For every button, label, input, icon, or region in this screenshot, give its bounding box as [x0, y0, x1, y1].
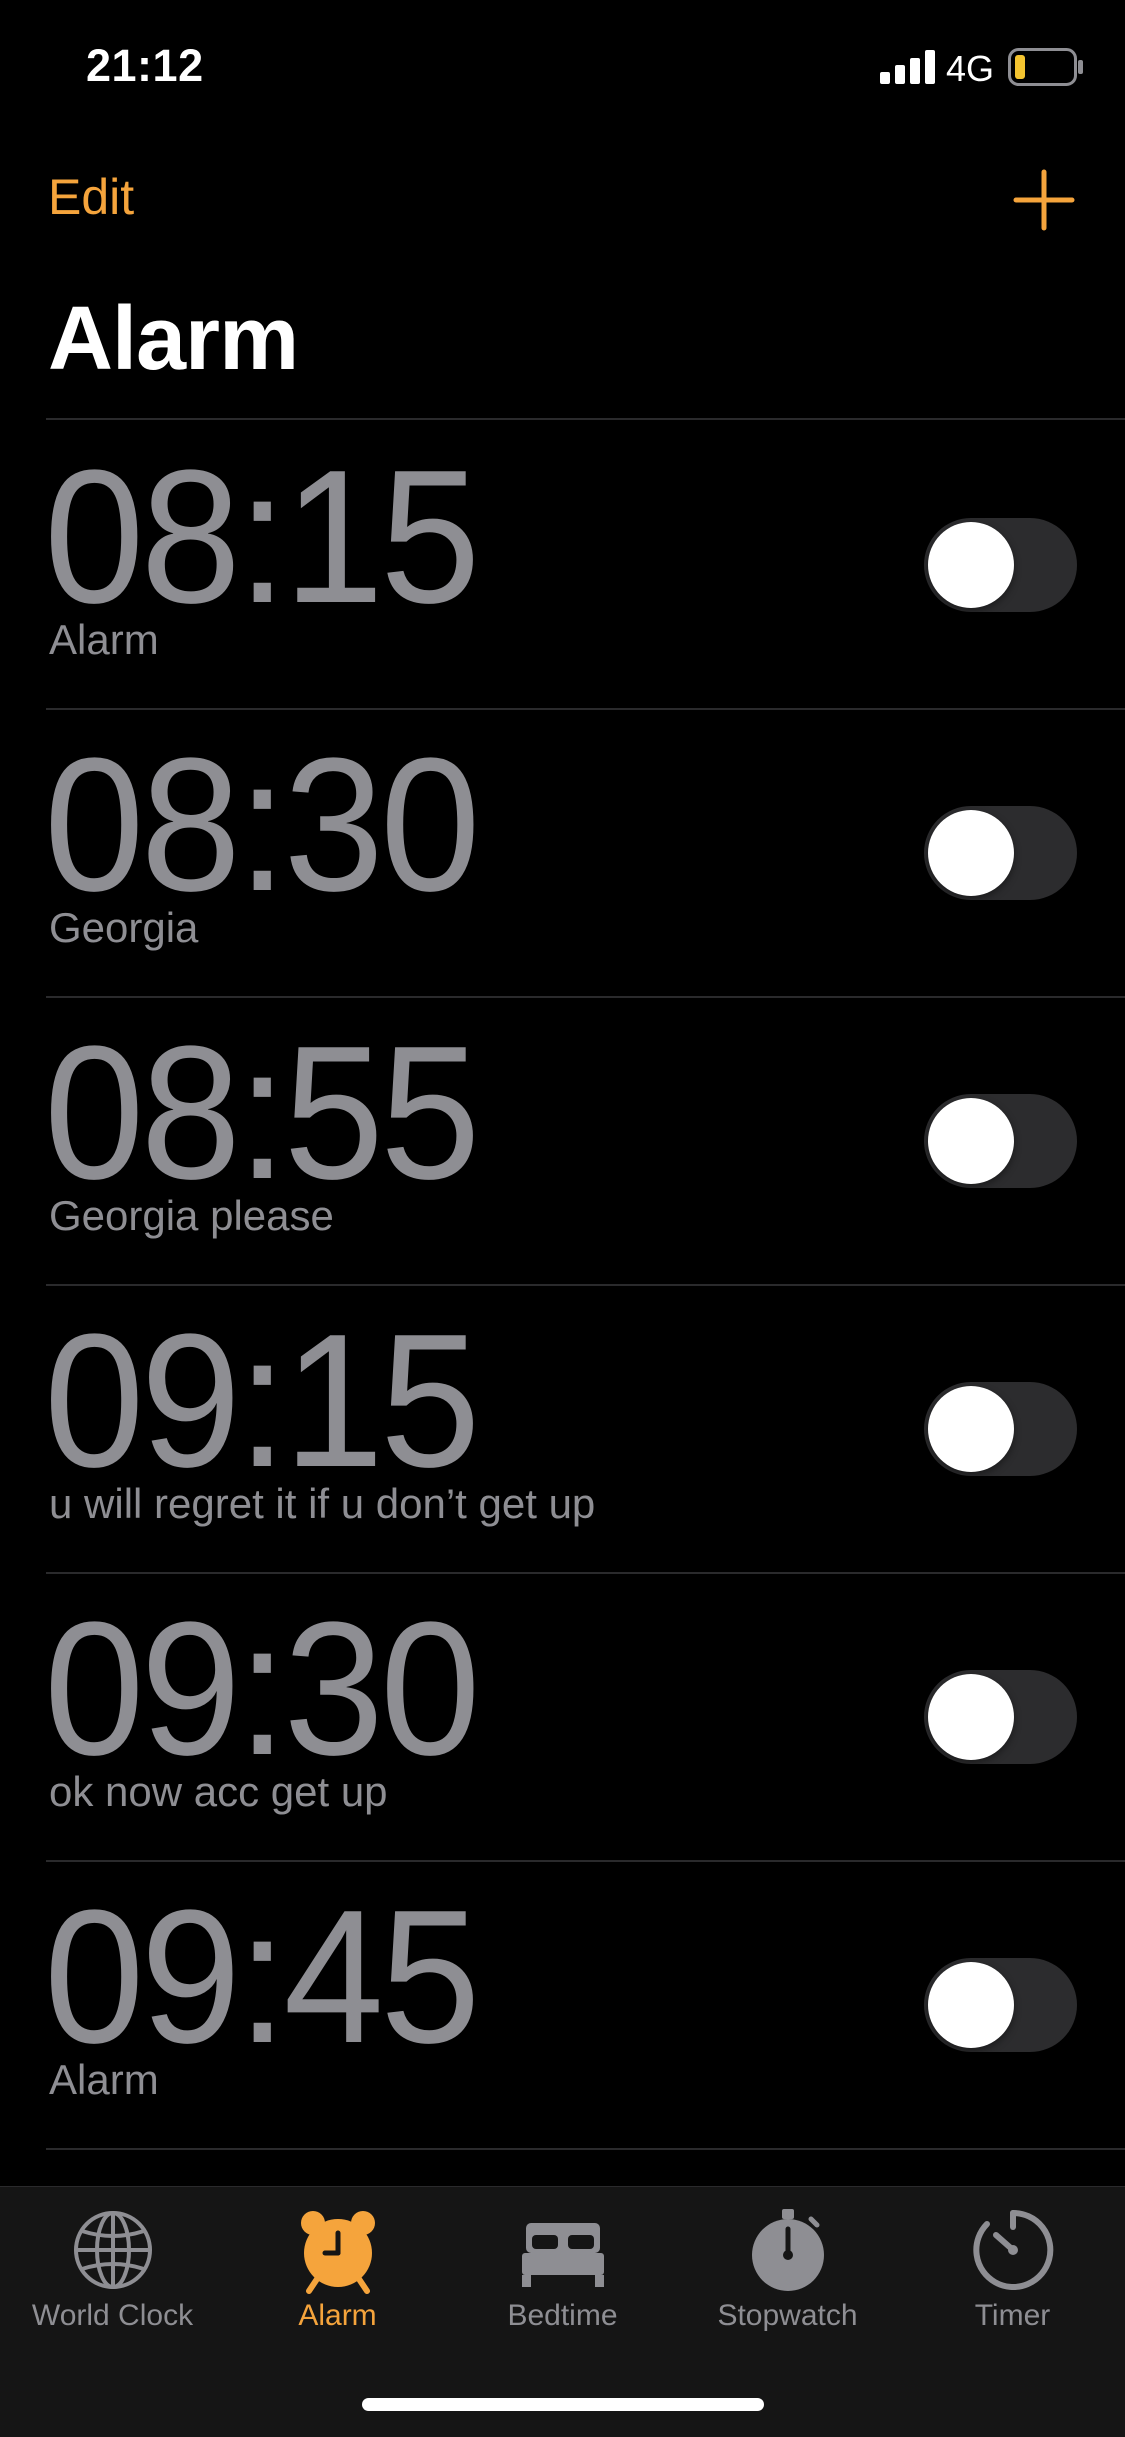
toggle-knob: [928, 522, 1014, 608]
stopwatch-icon: [751, 2209, 824, 2291]
tab-alarm[interactable]: Alarm: [225, 2205, 450, 2355]
tab-label: Stopwatch: [717, 2299, 858, 2332]
alarm-label: Georgia: [49, 904, 199, 951]
tab-bedtime[interactable]: Bedtime: [450, 2205, 675, 2355]
alarm-label: Georgia please: [49, 1192, 334, 1239]
toggle-knob: [928, 810, 1014, 896]
network-type: 4G: [946, 48, 995, 89]
alarm-label: u will regret it if u don’t get up: [49, 1480, 596, 1527]
tab-world-clock[interactable]: World Clock: [0, 2205, 225, 2355]
alarm-row[interactable]: 08:15 Alarm: [0, 420, 1125, 708]
tab-label: Timer: [974, 2299, 1051, 2332]
edit-button[interactable]: Edit: [48, 168, 134, 226]
plus-icon[interactable]: [1012, 168, 1076, 232]
list-divider: [46, 2148, 1125, 2150]
alarm-row[interactable]: 08:30 Georgia: [0, 708, 1125, 996]
alarm-row[interactable]: 08:55 Georgia please: [0, 996, 1125, 1284]
alarm-toggle[interactable]: [924, 1958, 1077, 2052]
alarm-clock-icon: [300, 2211, 375, 2294]
toggle-knob: [928, 1098, 1014, 1184]
cellular-signal-icon: [880, 50, 935, 84]
alarm-time: 08:30: [44, 719, 480, 931]
home-indicator: [362, 2398, 764, 2411]
tab-label: Bedtime: [507, 2299, 618, 2332]
toggle-knob: [928, 1674, 1014, 1760]
alarm-toggle[interactable]: [924, 1670, 1077, 1764]
alarm-time: 09:15: [44, 1295, 480, 1507]
alarm-toggle[interactable]: [924, 1094, 1077, 1188]
status-bar: 21:12 4G: [0, 0, 1125, 140]
globe-icon: [73, 2211, 152, 2289]
alarm-label: ok now acc get up: [49, 1768, 388, 1815]
tab-stopwatch[interactable]: Stopwatch: [675, 2205, 900, 2355]
page-title: Alarm: [48, 289, 299, 389]
alarm-toggle[interactable]: [924, 806, 1077, 900]
alarm-row[interactable]: 09:15 u will regret it if u don’t get up: [0, 1284, 1125, 1572]
battery-low-icon: [1008, 48, 1083, 86]
tab-label: World Clock: [31, 2299, 194, 2332]
alarm-time: 09:30: [44, 1583, 480, 1795]
toggle-knob: [928, 1962, 1014, 2048]
alarm-toggle[interactable]: [924, 1382, 1077, 1476]
status-time: 21:12: [86, 40, 204, 91]
tab-timer[interactable]: Timer: [900, 2205, 1125, 2355]
tab-label: Alarm: [298, 2299, 377, 2332]
bed-icon: [521, 2223, 604, 2287]
timer-icon: [972, 2209, 1053, 2290]
alarm-toggle[interactable]: [924, 518, 1077, 612]
alarm-time: 08:55: [44, 1007, 480, 1219]
alarm-label: Alarm: [49, 2056, 159, 2103]
alarm-time: 09:45: [44, 1871, 480, 2083]
toggle-knob: [928, 1386, 1014, 1472]
alarm-time: 08:15: [44, 431, 480, 643]
alarm-label: Alarm: [49, 616, 159, 663]
alarm-row[interactable]: 09:45 Alarm: [0, 1860, 1125, 2148]
alarm-row[interactable]: 09:30 ok now acc get up: [0, 1572, 1125, 1860]
